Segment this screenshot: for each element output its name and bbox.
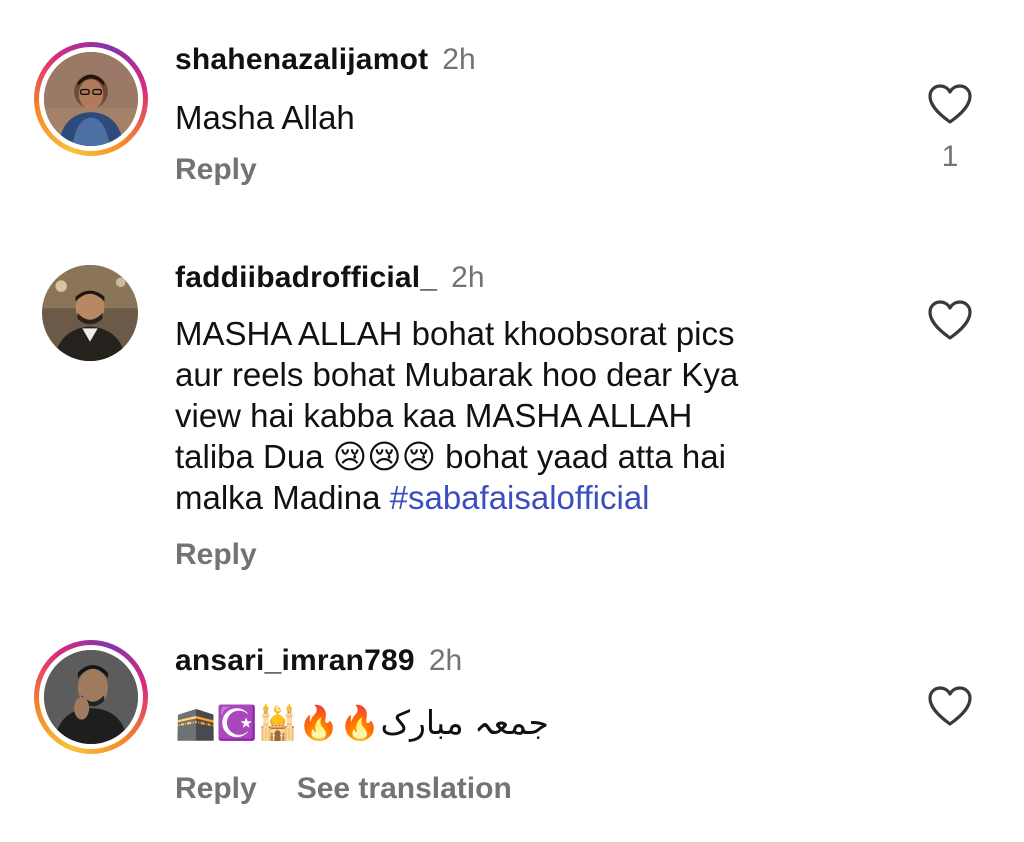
- avatar-story-ring[interactable]: [34, 640, 148, 754]
- see-translation-button[interactable]: See translation: [297, 772, 512, 805]
- reply-button[interactable]: Reply: [175, 772, 257, 805]
- comment-item: ansari_imran789 2h 🕋☪️🕌🔥🔥جمعہ مبارک Reply…: [0, 0, 1024, 842]
- timestamp: 2h: [428, 644, 463, 677]
- heart-outline-icon[interactable]: [926, 684, 974, 728]
- comment-actions: Reply See translation: [175, 771, 552, 807]
- comment-text: 🕋☪️🕌🔥🔥جمعہ مبارک: [175, 702, 875, 743]
- comment-header: ansari_imran789 2h: [175, 643, 462, 679]
- username[interactable]: ansari_imran789: [175, 644, 415, 677]
- emoji-sequence: 🕋☪️🕌🔥🔥: [175, 703, 381, 742]
- comments-list: shahenazalijamot2h Masha Allah Reply 1: [0, 0, 1024, 842]
- avatar: [44, 650, 138, 744]
- arabic-text: جمعہ مبارک: [380, 703, 549, 742]
